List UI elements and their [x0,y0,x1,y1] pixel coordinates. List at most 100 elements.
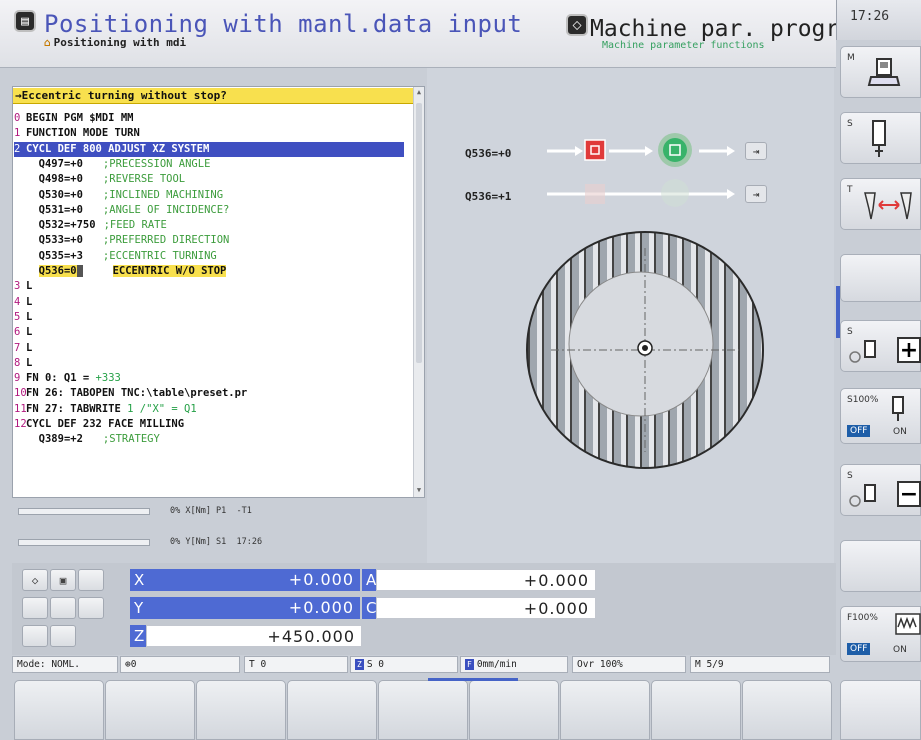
bottom-softkey-4[interactable] [287,680,377,740]
eccentric-diagram [526,133,764,469]
blank-button-4[interactable] [78,597,104,619]
program-line[interactable]: Q536=0 ECCENTRIC W/O STOP [14,264,227,279]
bottom-softkey-3[interactable] [196,680,286,740]
program-line[interactable]: 8L [14,356,32,371]
mode-icon: ▤ [14,10,36,32]
program-line[interactable]: 4L [14,295,32,310]
scroll-up-icon[interactable]: ▲ [414,87,424,97]
program-line[interactable]: Q533=+0 ;PREFERRED DIRECTION [14,233,230,248]
softkey-empty-2[interactable] [840,540,921,592]
program-line[interactable]: 9 FN 0: Q1 = +333 [14,371,121,386]
line-number: 0 [14,112,21,124]
program-line[interactable]: 0 BEGIN PGM $MDI MM [14,111,133,126]
softkey-s-spindle[interactable]: S [840,112,921,164]
workpiece-groove-shadow [528,232,530,468]
feed-override-off: OFF [847,643,871,655]
line-parameter: Q531=+0 [38,203,83,216]
workpiece-groove [747,232,752,468]
softkey-spindle-minus[interactable]: S − [840,464,921,516]
minus-icon: − [897,481,921,507]
workpiece-groove [551,232,556,468]
bottom-softkey-7[interactable] [560,680,650,740]
scroll-down-icon[interactable]: ▼ [414,485,424,495]
home-icon: ⌂ [44,36,51,49]
program-line[interactable]: Q532=+750 ;FEED RATE [14,218,167,233]
line-parameter: Q389=+2 [38,433,83,446]
program-line[interactable]: 2 CYCL DEF 800 ADJUST XZ SYSTEM [14,141,404,157]
line-parameter: 1 /"X" = Q1 [127,402,197,415]
program-line[interactable]: 6L [14,325,32,340]
status-x: 0% X[Nm] P1 -T1 [170,506,252,516]
stop-icon [584,139,606,161]
program-line[interactable]: Q530=+0 ;INCLINED MACHINING [14,188,223,203]
workpiece-groove-shadow [752,232,754,468]
bottom-softkey-5[interactable] [378,680,468,740]
bottom-softkey-9[interactable] [742,680,832,740]
active-parameter[interactable]: Q536=0 [38,265,83,277]
load-bar-x [18,508,150,515]
feed-override-icon [895,613,921,635]
blank-button-5[interactable] [22,625,48,647]
blank-button-3[interactable] [50,597,76,619]
line-command: L [26,280,33,293]
program-line[interactable]: 12CYCL DEF 232 FACE MILLING [14,417,184,432]
softkey-feed-override[interactable]: F100% OFF ON [840,606,921,662]
axis-x-value: +0.000 [288,570,354,589]
program-line[interactable]: 1 FUNCTION MODE TURN [14,126,140,141]
line-command: BEGIN PGM $MDI MM [26,112,134,124]
softkey-empty-1[interactable] [840,254,921,302]
workpiece-groove [733,232,738,468]
dialog-prompt: →Eccentric turning without stop? [13,88,413,104]
program-scrollbar[interactable]: ▲ ▼ [413,87,424,497]
blank-button-6[interactable] [50,625,76,647]
blank-button-1[interactable] [78,569,104,591]
plus-icon: + [897,337,921,363]
program-line[interactable]: 11FN 27: TABWRITE 1 /"X" = Q1 [14,402,197,417]
line-parameter: Q535=+3 [38,249,83,262]
line-number: 6 [14,326,21,339]
scroll-thumb[interactable] [416,103,422,363]
line-comment: ;STRATEGY [102,433,160,446]
line-parameter: Q530=+0 [38,188,83,201]
softkey-t-tool[interactable]: T [840,178,921,230]
bottom-softkey-8[interactable] [651,680,741,740]
softkey-m-function[interactable]: M [840,46,921,98]
program-line[interactable]: Q498=+0 ;REVERSE TOOL [14,172,185,187]
program-mode-subtitle: Machine parameter functions [602,40,765,51]
bottom-softkey-2[interactable] [105,680,195,740]
spindle-status: ZS 0 [350,656,458,673]
program-line[interactable]: Q531=+0 ;ANGLE OF INCIDENCE? [14,203,230,218]
program-line[interactable]: Q497=+0 ;PRECESSION ANGLE [14,157,211,172]
softkey-spindle-override[interactable]: S100% OFF ON [840,388,921,444]
softkey-corner[interactable] [840,680,921,740]
override-status: Ovr 100% [572,656,686,673]
line-number: 7 [14,341,21,354]
line-comment: ;ANGLE OF INCIDENCE? [102,203,230,216]
softkey-page-indicator [428,678,518,681]
line-parameter: Q533=+0 [38,234,83,247]
program-view-icon[interactable]: ▣ [50,569,76,591]
axis-y-value: +0.000 [288,598,354,617]
program-line[interactable]: 10FN 26: TABOPEN TNC:\table\preset.pr [14,386,247,401]
bottom-softkey-1[interactable] [14,680,104,740]
program-line[interactable]: Q389=+2 ;STRATEGY [14,432,160,447]
program-line[interactable]: Q535=+3 ;ECCENTRIC TURNING [14,249,217,264]
axis-c-label: C [362,597,376,619]
program-line[interactable]: 3L [14,279,32,294]
workpiece-groove-shadow [542,232,544,468]
line-number: 1 [14,127,21,140]
graphic-view-icon[interactable]: ◇ [22,569,48,591]
workpiece-groove-shadow [724,232,726,468]
spindle-off-icon [849,484,876,507]
line-parameter: Q497=+0 [38,157,83,170]
mode-status: Mode: NOML. [12,656,118,673]
program-line[interactable]: 5L [14,310,32,325]
arrow-row-1 [547,146,735,156]
line-number: 12 [14,418,27,430]
blank-button-2[interactable] [22,597,48,619]
program-line[interactable]: 7L [14,341,32,356]
bottom-softkey-6[interactable] [469,680,559,740]
clock: 17:26 [850,9,890,24]
line-parameter: Q498=+0 [38,173,83,186]
softkey-spindle-plus[interactable]: S + [840,320,921,372]
